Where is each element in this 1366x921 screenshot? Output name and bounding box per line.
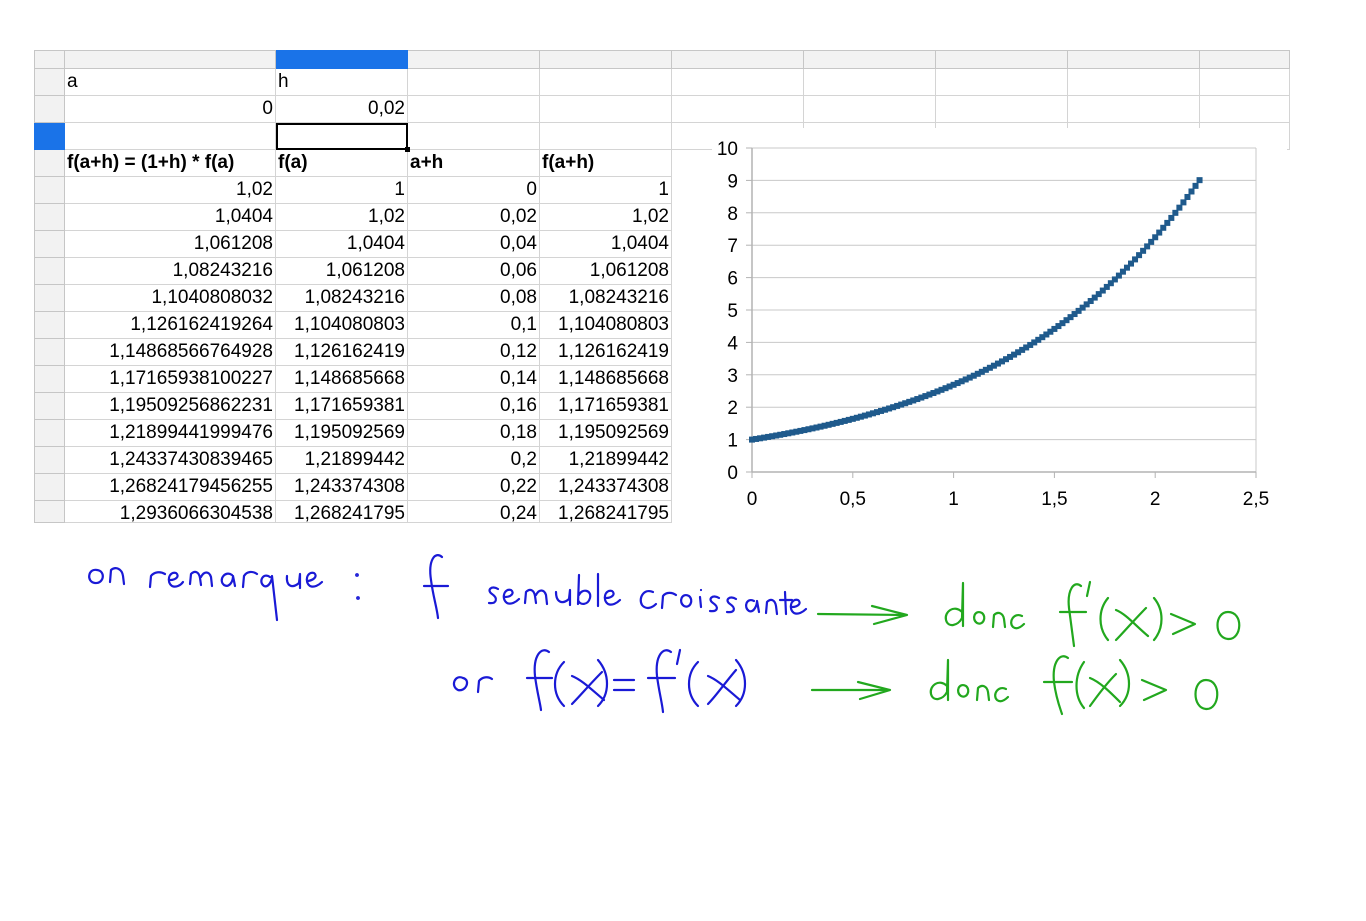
data-point [1180, 199, 1187, 206]
x-tick-label: 1,5 [1041, 489, 1067, 510]
y-tick-label: 3 [727, 366, 738, 387]
y-tick-label: 2 [727, 398, 738, 419]
x-tick-label: 0,5 [840, 489, 866, 510]
y-tick-label: 0 [727, 463, 738, 484]
data-point [1172, 209, 1179, 216]
data-point [1192, 182, 1199, 189]
y-tick-label: 9 [727, 171, 738, 192]
data-point [1196, 177, 1203, 184]
data-point [1184, 193, 1191, 200]
chart-background [712, 128, 1287, 523]
x-tick-label: 1 [948, 489, 959, 510]
x-tick-label: 2,5 [1243, 489, 1269, 510]
x-tick-label: 0 [747, 489, 758, 510]
data-point [1188, 188, 1195, 195]
y-tick-label: 4 [727, 333, 738, 354]
y-tick-label: 8 [727, 204, 738, 225]
y-tick-label: 7 [727, 236, 738, 257]
y-tick-label: 5 [727, 301, 738, 322]
y-tick-label: 1 [727, 431, 738, 452]
y-tick-label: 6 [727, 269, 738, 290]
y-tick-label: 10 [717, 139, 738, 160]
scatter-chart[interactable]: 0 1 2 3 4 5 6 7 8 9 10 0 0,5 1 1,5 2 2,5 [0, 0, 1366, 921]
x-tick-label: 2 [1150, 489, 1161, 510]
data-point [1176, 204, 1183, 211]
